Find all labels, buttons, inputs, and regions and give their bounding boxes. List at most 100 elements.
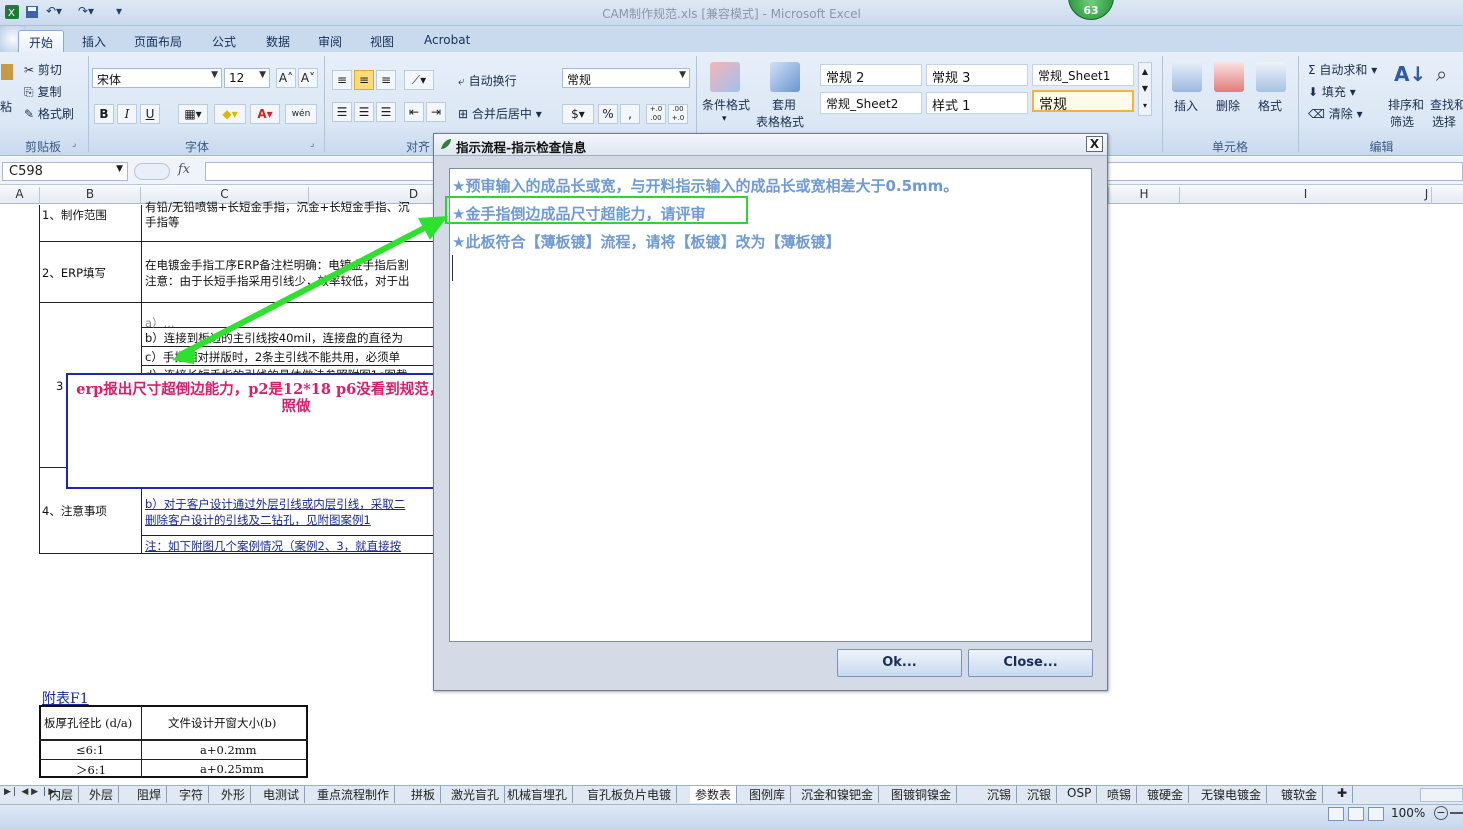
delete-cells-button[interactable]: 删除 (1216, 97, 1240, 114)
comma-button[interactable]: , (620, 104, 640, 124)
align-left-icon[interactable]: ☰ (332, 102, 352, 122)
sheet-tab[interactable]: 外形 (216, 786, 252, 803)
page-break-view-icon[interactable] (1368, 807, 1384, 821)
phonetic-button[interactable]: wén (285, 104, 317, 124)
binoculars-icon[interactable]: ⌕ (1436, 62, 1447, 86)
delete-cells-icon[interactable] (1214, 62, 1244, 92)
style-cell-normal-sheet2[interactable]: 常规_Sheet2 (820, 92, 922, 114)
tab-page-layout[interactable]: 页面布局 (124, 30, 192, 52)
align-middle-icon[interactable]: ≡ (354, 70, 374, 90)
zoom-out-icon[interactable]: − (1434, 806, 1448, 820)
style-cell-normal-2[interactable]: 常规 2 (820, 64, 922, 86)
column-header-a[interactable]: A (0, 187, 40, 204)
conditional-format-icon[interactable] (710, 62, 740, 92)
sheet-tab[interactable]: 拼板 (406, 786, 442, 803)
tab-acrobat[interactable]: Acrobat (414, 30, 480, 52)
align-right-icon[interactable]: ☰ (376, 102, 396, 122)
increase-decimal-button[interactable]: +.0 .00 (646, 104, 666, 124)
font-color-button[interactable]: A▾ (250, 104, 280, 124)
autosum-button[interactable]: Σ 自动求和 ▾ (1308, 61, 1377, 78)
sheet-tab[interactable]: 字符 (174, 786, 210, 803)
sheet-tab[interactable]: 电测试 (258, 786, 306, 803)
currency-icon[interactable]: $▾ (562, 104, 594, 124)
merge-center-button[interactable]: ⊞ 合并后居中 ▾ (458, 105, 542, 122)
sheet-tab[interactable]: 沉锡 (982, 786, 1018, 803)
column-header-j[interactable]: J (1390, 187, 1463, 204)
sheet-tab[interactable]: 阻焊 (132, 786, 168, 803)
find-select-label2[interactable]: 选择 (1432, 113, 1456, 130)
sort-filter-icon[interactable]: A↓ (1394, 62, 1426, 86)
insert-sheet-icon[interactable]: ✚ (1332, 786, 1354, 803)
sheet-tab[interactable]: 镀硬金 (1142, 786, 1190, 803)
message-item[interactable]: ★此板符合【薄板镀】流程，请将【板镀】改为【薄板镀】 (452, 231, 840, 252)
zoom-level[interactable]: 100% (1391, 806, 1425, 820)
ok-button[interactable]: Ok... (837, 649, 962, 677)
sheet-tab[interactable]: 机械盲埋孔 (502, 786, 574, 803)
insert-function-icon[interactable]: fx (178, 162, 190, 177)
normal-view-icon[interactable] (1328, 807, 1344, 821)
name-box[interactable]: C598 ▼ (2, 162, 128, 181)
insert-cells-button[interactable]: 插入 (1174, 97, 1198, 114)
fill-button[interactable]: ⬇ 填充 ▾ (1308, 83, 1356, 100)
format-painter-button[interactable]: ✎ 格式刷 (24, 105, 74, 122)
sheet-tab[interactable]: 喷锡 (1102, 786, 1138, 803)
bold-button[interactable]: B (94, 104, 114, 124)
tab-view[interactable]: 视图 (360, 30, 404, 52)
cut-button[interactable]: ✂ 剪切 (24, 61, 62, 78)
sort-filter-label2[interactable]: 筛选 (1390, 113, 1414, 130)
close-button[interactable]: Close... (968, 649, 1093, 677)
sheet-tab[interactable]: 沉金和镍钯金 (796, 786, 880, 803)
sort-filter-label[interactable]: 排序和 (1388, 96, 1424, 113)
grow-font-button[interactable]: A˄ (276, 68, 296, 88)
style-cell-normal-sheet1[interactable]: 常规_Sheet1 (1032, 64, 1134, 86)
chevron-down-icon[interactable]: ▾ (722, 114, 727, 124)
tab-data[interactable]: 数据 (256, 30, 300, 52)
increase-indent-icon[interactable]: ⇥ (426, 102, 446, 122)
number-format-combo[interactable]: 常规 ▼ (562, 68, 690, 88)
percent-button[interactable]: % (598, 104, 618, 124)
copy-button[interactable]: ⎘ 复制 (24, 83, 61, 100)
border-button[interactable]: ▦▾ (178, 104, 208, 124)
sheet-tab[interactable]: OSP (1062, 786, 1098, 803)
sheet-tab[interactable]: 无镍电镀金 (1196, 786, 1268, 803)
decrease-decimal-button[interactable]: .00 +.0 (668, 104, 688, 124)
font-size-combo[interactable]: 12 ▼ (224, 68, 270, 88)
align-center-icon[interactable]: ☰ (354, 102, 374, 122)
sheet-tab[interactable]: 重点流程制作 (312, 786, 396, 803)
page-layout-view-icon[interactable] (1348, 807, 1364, 821)
sheet-tab[interactable]: 镀软金 (1276, 786, 1324, 803)
column-header-b[interactable]: B (40, 187, 141, 204)
style-cell-style-1[interactable]: 样式 1 (926, 92, 1028, 114)
style-cell-normal-3[interactable]: 常规 3 (926, 64, 1028, 86)
style-cell-normal[interactable]: 常规 (1032, 90, 1134, 113)
sheet-tab[interactable]: 外层 (84, 786, 120, 803)
sheet-tab[interactable]: 图例库 (744, 786, 792, 803)
wrap-text-button[interactable]: ⤶ 自动换行 (458, 72, 517, 89)
tab-home[interactable]: 开始 (18, 30, 65, 52)
shrink-font-button[interactable]: A˅ (298, 68, 318, 88)
format-as-table-line1[interactable]: 套用 (772, 96, 796, 113)
format-cells-icon[interactable] (1256, 62, 1286, 92)
message-list[interactable]: ★预审输入的成品长或宽，与开料指示输入的成品长或宽相差大于0.5mm。 ★金手指… (449, 168, 1092, 642)
decrease-indent-icon[interactable]: ⇤ (404, 102, 424, 122)
tab-formulas[interactable]: 公式 (202, 30, 246, 52)
zoom-slider[interactable] (1450, 812, 1463, 814)
sheet-tab[interactable]: 激光盲孔 (446, 786, 506, 803)
find-select-label[interactable]: 查找和 (1430, 96, 1463, 113)
dialog-close-button[interactable]: X (1086, 136, 1103, 152)
font-dialog-launcher-icon[interactable]: ⌟ (310, 139, 314, 149)
italic-button[interactable]: I (117, 104, 137, 124)
align-bottom-icon[interactable]: ≡ (376, 70, 396, 90)
sheet-tab[interactable]: 内层 (44, 786, 80, 803)
tab-review[interactable]: 审阅 (308, 30, 352, 52)
dialog-title-bar[interactable]: 指示流程-指示检查信息 X (434, 134, 1107, 156)
conditional-format-button[interactable]: 条件格式 (702, 96, 750, 113)
dialog-launcher-icon[interactable]: ⌟ (72, 139, 76, 149)
horizontal-scrollbar[interactable] (1420, 788, 1463, 802)
message-item[interactable]: ★预审输入的成品长或宽，与开料指示输入的成品长或宽相差大于0.5mm。 (452, 175, 958, 196)
insert-cells-icon[interactable] (1172, 62, 1202, 92)
paste-button[interactable] (0, 62, 14, 85)
underline-button[interactable]: U (140, 104, 160, 124)
tab-insert[interactable]: 插入 (72, 30, 116, 52)
sheet-tab[interactable]: 沉银 (1022, 786, 1058, 803)
